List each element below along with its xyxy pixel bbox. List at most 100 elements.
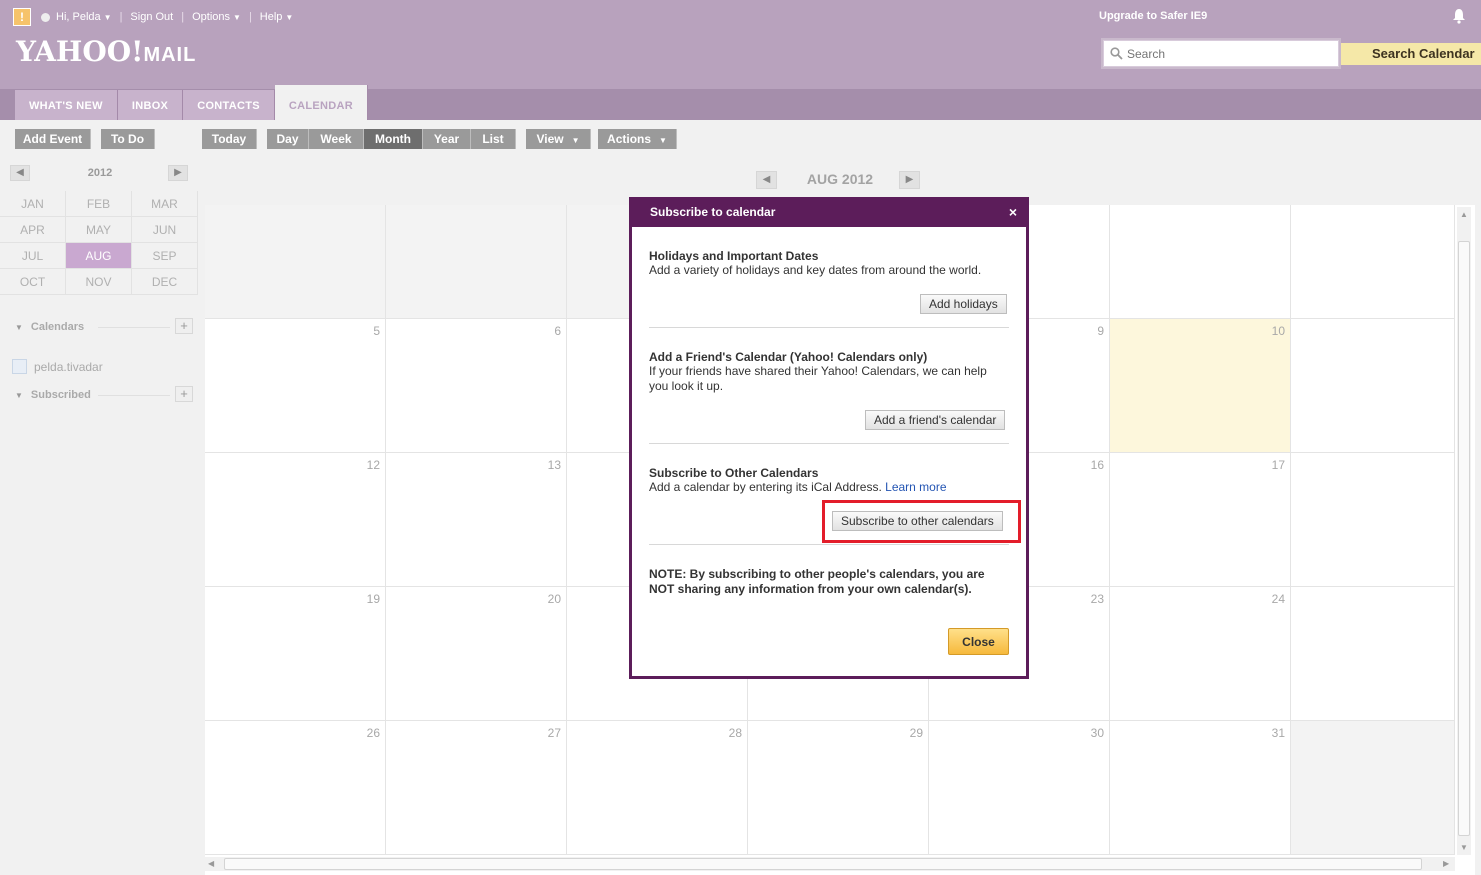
month-jan[interactable]: JAN: [0, 191, 66, 217]
month-oct[interactable]: OCT: [0, 269, 66, 295]
day-cell[interactable]: 17: [1110, 453, 1291, 586]
day-view-button[interactable]: Day: [267, 129, 309, 149]
month-nov[interactable]: NOV: [66, 269, 132, 295]
tab-calendar[interactable]: CALENDAR: [274, 85, 369, 120]
day-cell[interactable]: 31: [1110, 721, 1291, 854]
day-cell[interactable]: [1291, 319, 1455, 452]
divider: [98, 395, 170, 396]
bell-icon[interactable]: [1452, 8, 1466, 24]
next-month-arrow-icon[interactable]: ▶: [899, 171, 920, 189]
day-number: 12: [366, 458, 380, 472]
view-menu-button[interactable]: View ▼: [526, 129, 591, 149]
month-title: AUG 2012: [806, 171, 874, 187]
logo-mail: MAIL: [143, 44, 197, 66]
day-number: 24: [1271, 592, 1285, 606]
month-sep[interactable]: SEP: [132, 243, 198, 269]
upgrade-link[interactable]: Upgrade to Safer IE9: [1099, 10, 1207, 22]
alert-icon[interactable]: !: [13, 8, 31, 26]
day-cell[interactable]: [1291, 453, 1455, 586]
day-cell[interactable]: 24: [1110, 587, 1291, 720]
month-feb[interactable]: FEB: [66, 191, 132, 217]
day-cell[interactable]: 19: [205, 587, 386, 720]
actions-menu-button[interactable]: Actions ▼: [598, 129, 677, 149]
day-cell[interactable]: 13: [386, 453, 567, 586]
search-box[interactable]: [1103, 40, 1339, 67]
day-cell-today[interactable]: 10: [1110, 319, 1291, 452]
month-jun[interactable]: JUN: [132, 217, 198, 243]
add-subscription-plus-icon[interactable]: +: [175, 386, 193, 402]
month-picker: JAN FEB MAR APR MAY JUN JUL AUG SEP OCT …: [0, 191, 200, 295]
next-year-arrow-icon[interactable]: ▶: [168, 165, 188, 181]
scroll-up-arrow-icon[interactable]: ▲: [1460, 210, 1468, 219]
search-icon: [1110, 47, 1123, 60]
month-view-button[interactable]: Month: [364, 129, 423, 149]
year-view-button[interactable]: Year: [423, 129, 471, 149]
add-event-button[interactable]: Add Event: [15, 129, 91, 149]
day-cell[interactable]: 27: [386, 721, 567, 854]
day-number: 17: [1271, 458, 1285, 472]
month-jul[interactable]: JUL: [0, 243, 66, 269]
tab-whats-new[interactable]: WHAT'S NEW: [15, 90, 118, 120]
prev-month-arrow-icon[interactable]: ◀: [756, 171, 777, 189]
chevron-down-icon: ▼: [571, 136, 580, 145]
help-menu[interactable]: Help ▼: [260, 11, 294, 23]
week-view-button[interactable]: Week: [309, 129, 364, 149]
month-may[interactable]: MAY: [66, 217, 132, 243]
vertical-scrollbar[interactable]: ▲ ▼: [1457, 207, 1471, 855]
subscribed-section-toggle[interactable]: ▼ Subscribed: [15, 389, 91, 401]
scroll-right-arrow-icon[interactable]: ▶: [1443, 859, 1449, 868]
day-cell[interactable]: [386, 205, 567, 318]
day-cell[interactable]: 6: [386, 319, 567, 452]
day-cell[interactable]: 12: [205, 453, 386, 586]
day-cell[interactable]: [1291, 721, 1455, 854]
list-view-button[interactable]: List: [471, 129, 516, 149]
tab-inbox[interactable]: INBOX: [117, 90, 184, 120]
toolbar: Add Event To Do Today Day Week Month Yea…: [0, 120, 1481, 157]
to-do-button[interactable]: To Do: [101, 129, 155, 149]
day-cell[interactable]: 29: [748, 721, 929, 854]
user-menu[interactable]: Hi, Pelda ▼: [56, 11, 112, 23]
calendars-label: Calendars: [30, 321, 85, 333]
month-dec[interactable]: DEC: [132, 269, 198, 295]
today-button[interactable]: Today: [202, 129, 257, 149]
chevron-down-icon: ▼: [285, 13, 294, 22]
prev-year-arrow-icon[interactable]: ◀: [10, 165, 30, 181]
calendars-section-toggle[interactable]: ▼ Calendars: [15, 321, 84, 333]
calendar-item[interactable]: pelda.tivadar: [12, 359, 103, 374]
day-cell[interactable]: [1291, 587, 1455, 720]
day-cell[interactable]: [1110, 205, 1291, 318]
scroll-down-arrow-icon[interactable]: ▼: [1460, 843, 1468, 852]
day-number: 20: [547, 592, 561, 606]
month-apr[interactable]: APR: [0, 217, 66, 243]
close-icon[interactable]: ×: [1009, 197, 1017, 227]
calendar-color-swatch[interactable]: [12, 359, 27, 374]
horizontal-scrollbar[interactable]: ◀ ▶: [205, 857, 1455, 871]
sign-out-link[interactable]: Sign Out: [130, 11, 173, 23]
learn-more-link[interactable]: Learn more: [885, 480, 946, 494]
day-cell[interactable]: [205, 205, 386, 318]
scrollbar-thumb[interactable]: [1458, 241, 1470, 836]
options-menu[interactable]: Options ▼: [192, 11, 241, 23]
search-calendar-button[interactable]: Search Calendar: [1341, 43, 1481, 65]
scrollbar-thumb[interactable]: [224, 858, 1422, 870]
day-cell[interactable]: 30: [929, 721, 1110, 854]
day-cell[interactable]: 26: [205, 721, 386, 854]
friend-calendar-description: If your friends have shared their Yahoo!…: [649, 364, 987, 393]
day-number: 28: [728, 726, 742, 740]
yahoo-mail-logo[interactable]: YAHOO!MAIL: [16, 35, 196, 68]
add-holidays-button[interactable]: Add holidays: [920, 294, 1007, 314]
day-cell[interactable]: 5: [205, 319, 386, 452]
day-cell[interactable]: [1291, 205, 1455, 318]
close-button[interactable]: Close: [948, 628, 1009, 655]
add-friends-calendar-button[interactable]: Add a friend's calendar: [865, 410, 1006, 430]
dialog-body: Holidays and Important Dates Add a varie…: [632, 227, 1026, 676]
tab-contacts[interactable]: CONTACTS: [183, 90, 275, 120]
month-aug[interactable]: AUG: [66, 243, 132, 269]
scroll-left-arrow-icon[interactable]: ◀: [208, 859, 214, 868]
add-calendar-plus-icon[interactable]: +: [175, 318, 193, 334]
day-cell[interactable]: 28: [567, 721, 748, 854]
view-label: View: [536, 132, 564, 146]
month-mar[interactable]: MAR: [132, 191, 198, 217]
day-cell[interactable]: 20: [386, 587, 567, 720]
search-input[interactable]: [1127, 46, 1327, 61]
